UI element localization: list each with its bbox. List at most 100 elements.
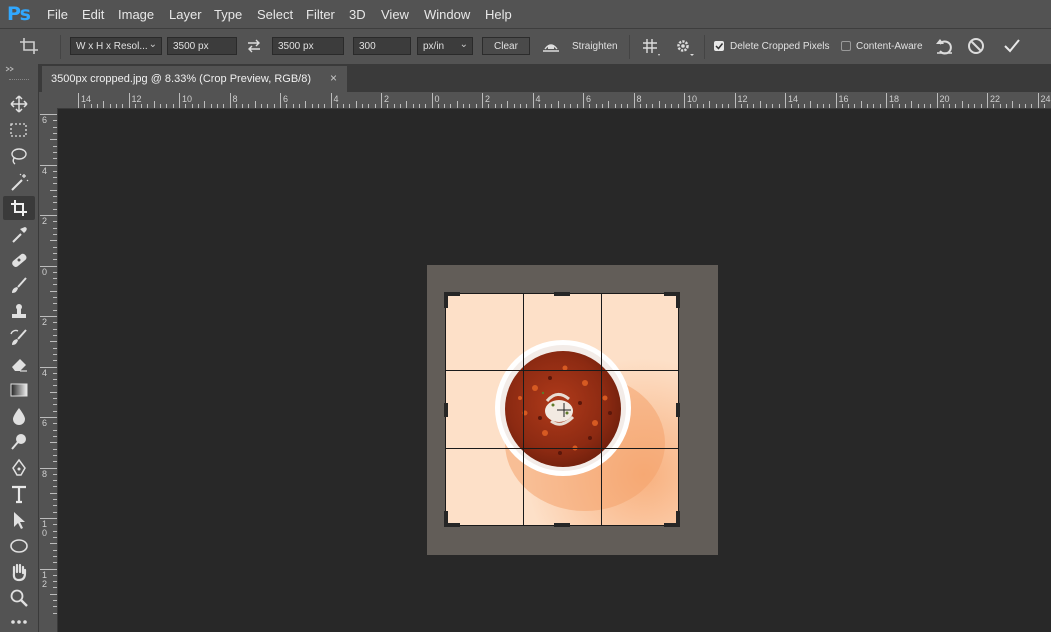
menu-edit[interactable]: Edit	[82, 7, 104, 22]
ruler-minor-tick	[53, 505, 57, 507]
crop-handle-left[interactable]	[444, 403, 448, 417]
delete-cropped-checkbox[interactable]	[714, 41, 724, 51]
delete-cropped-label[interactable]: Delete Cropped Pixels	[730, 41, 830, 52]
ruler-minor-tick	[646, 104, 648, 108]
ruler-minor-tick	[917, 104, 919, 108]
ruler-minor-tick	[103, 101, 105, 108]
more-tools-icon[interactable]	[9, 616, 31, 628]
crop-preview-image[interactable]	[445, 293, 679, 526]
brush-tool-icon[interactable]	[9, 276, 31, 298]
swap-icon[interactable]	[246, 38, 262, 54]
ruler-label: 16	[838, 94, 849, 104]
ruler-minor-tick	[778, 104, 780, 108]
ruler-minor-tick	[639, 104, 641, 108]
eraser-tool-icon[interactable]	[9, 354, 31, 376]
ruler-minor-tick	[53, 499, 57, 501]
blur-tool-icon[interactable]	[9, 406, 31, 428]
crop-handle-top[interactable]	[554, 292, 570, 296]
ruler-minor-tick	[53, 448, 57, 450]
lasso-tool-icon[interactable]	[9, 146, 31, 168]
clear-button[interactable]: Clear	[482, 37, 530, 55]
healing-brush-tool-icon[interactable]	[9, 250, 31, 272]
zoom-tool-icon[interactable]	[9, 588, 31, 610]
menu-filter[interactable]: Filter	[306, 7, 335, 22]
ruler-minor-tick	[305, 101, 307, 108]
crop-preset-icon[interactable]	[19, 36, 41, 56]
straighten-icon[interactable]	[541, 39, 561, 53]
ruler-minor-tick	[50, 391, 57, 393]
crop-grid-line	[445, 448, 679, 449]
gear-icon[interactable]	[675, 37, 695, 57]
type-tool-icon[interactable]	[9, 484, 31, 506]
ruler-major-tick	[128, 93, 130, 108]
hand-tool-icon[interactable]	[9, 562, 31, 584]
ruler-major-tick	[734, 93, 736, 108]
ruler-minor-tick	[53, 328, 57, 330]
document-tab[interactable]: 3500px cropped.jpg @ 8.33% (Crop Preview…	[42, 66, 347, 92]
gradient-tool-icon[interactable]	[9, 380, 31, 402]
ruler-minor-tick	[747, 104, 749, 108]
straighten-label[interactable]: Straighten	[572, 41, 618, 52]
ruler-minor-tick	[399, 104, 401, 108]
ruler-minor-tick	[160, 104, 162, 108]
marquee-tool-icon[interactable]	[9, 120, 31, 142]
crop-handle-bottom[interactable]	[554, 523, 570, 527]
cancel-icon[interactable]	[967, 37, 985, 55]
crop-handle-right[interactable]	[676, 403, 680, 417]
menu-file[interactable]: File	[47, 7, 68, 22]
menu-view[interactable]: View	[381, 7, 409, 22]
ruler-minor-tick	[292, 104, 294, 108]
ruler-major-tick	[835, 93, 837, 108]
ruler-minor-tick	[50, 593, 57, 595]
content-aware-label[interactable]: Content-Aware	[856, 41, 923, 52]
crop-handle-bottom-left[interactable]	[444, 511, 448, 527]
collapse-arrows-icon[interactable]	[5, 66, 15, 72]
close-icon[interactable]: ×	[330, 71, 337, 85]
reset-icon[interactable]	[935, 37, 955, 55]
overlay-grid-icon[interactable]	[641, 37, 661, 57]
commit-checkmark-icon[interactable]	[1003, 37, 1021, 55]
crop-tool-icon[interactable]	[9, 198, 31, 220]
clone-stamp-tool-icon[interactable]	[9, 302, 31, 324]
resolution-field[interactable]: 300	[353, 37, 411, 55]
menu-layer[interactable]: Layer	[169, 7, 202, 22]
ruler-label: 2	[485, 94, 491, 104]
crop-handle-top-right[interactable]	[676, 292, 680, 308]
height-field[interactable]: 3500 px	[272, 37, 344, 55]
ruler-minor-tick	[53, 221, 57, 223]
crop-preset-dropdown[interactable]: W x H x Resol... ⌄	[70, 37, 162, 55]
menu-select[interactable]: Select	[257, 7, 293, 22]
ruler-major-tick	[280, 93, 281, 108]
crop-handle-bottom-right[interactable]	[676, 511, 680, 527]
crop-handle-top-left[interactable]	[444, 292, 448, 308]
ruler-minor-tick	[53, 581, 57, 583]
menu-3d[interactable]: 3D	[349, 7, 366, 22]
dodge-tool-icon[interactable]	[9, 432, 31, 454]
ruler-minor-tick	[841, 104, 843, 108]
ellipse-tool-icon[interactable]	[9, 536, 31, 558]
menu-type[interactable]: Type	[214, 7, 242, 22]
vertical-ruler[interactable]: 6 4 2 0 2 4 6 8 1 0 1 2	[39, 108, 58, 632]
content-aware-checkbox[interactable]	[841, 41, 851, 51]
ruler-minor-tick	[930, 104, 932, 108]
magic-wand-tool-icon[interactable]	[9, 172, 31, 194]
ruler-label: 6	[42, 418, 48, 428]
path-selection-tool-icon[interactable]	[9, 510, 31, 532]
ruler-minor-tick	[53, 600, 57, 602]
pen-tool-icon[interactable]	[9, 458, 31, 480]
panel-grip[interactable]	[9, 79, 29, 82]
move-tool-icon[interactable]	[9, 94, 31, 116]
ruler-minor-tick	[53, 574, 57, 576]
history-brush-tool-icon[interactable]	[9, 328, 31, 350]
ruler-minor-tick	[53, 271, 57, 273]
menu-help[interactable]: Help	[485, 7, 512, 22]
menu-image[interactable]: Image	[118, 7, 154, 22]
eyedropper-tool-icon[interactable]	[9, 224, 31, 246]
width-field[interactable]: 3500 px	[167, 37, 237, 55]
horizontal-ruler[interactable]: 14 12 10 8 6 4 2 0 2 4 6 8 10 12 14 16 18 20 22 24	[58, 92, 1051, 109]
ruler-origin[interactable]	[39, 92, 58, 108]
menu-window[interactable]: Window	[424, 7, 470, 22]
ruler-minor-tick	[53, 486, 57, 488]
ruler-minor-tick	[822, 104, 824, 108]
resolution-unit-dropdown[interactable]: px/in ⌄	[417, 37, 473, 55]
